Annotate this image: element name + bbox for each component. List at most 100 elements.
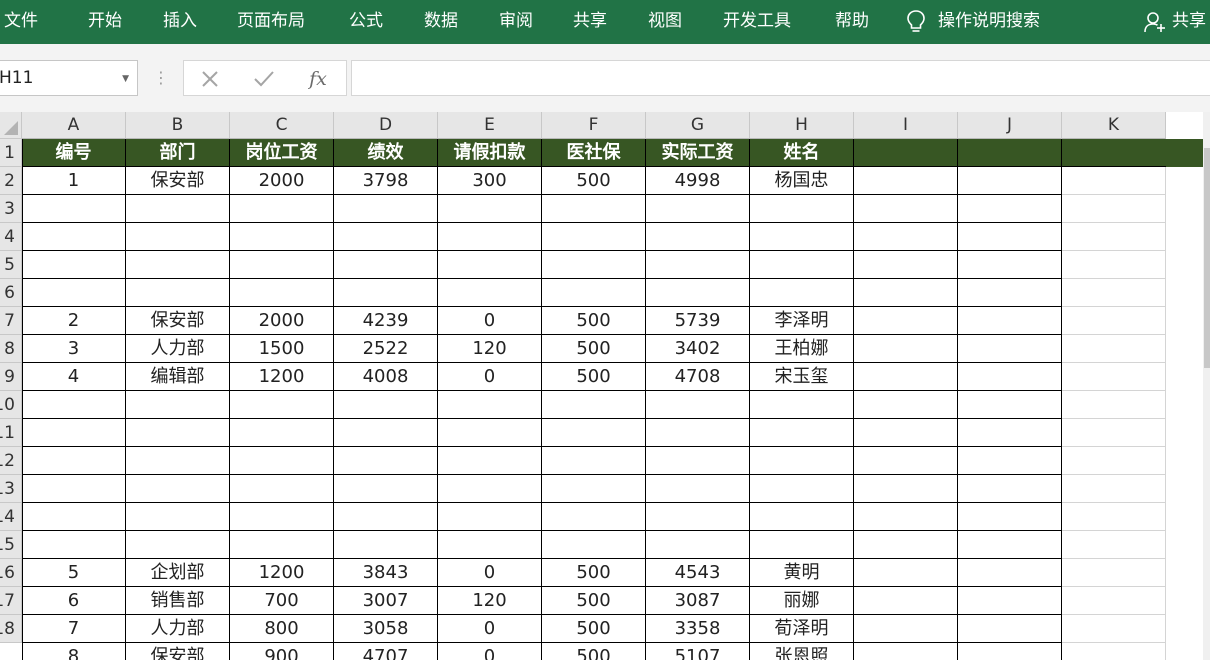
table-cell[interactable] [230,195,334,223]
table-cell[interactable]: 500 [542,587,646,615]
grid-cell-k[interactable] [1062,447,1166,475]
table-cell[interactable] [750,419,854,447]
table-cell[interactable]: 杨国忠 [750,167,854,195]
table-cell[interactable]: 人力部 [126,335,230,363]
row-header-12[interactable]: 12 [0,447,22,475]
table-cell[interactable]: 900 [230,643,334,660]
tab-share-tab[interactable]: 共享 [573,0,607,44]
table-cell[interactable] [230,475,334,503]
table-cell[interactable] [854,167,958,195]
table-cell[interactable] [22,475,126,503]
table-cell[interactable]: 编辑部 [126,363,230,391]
table-cell[interactable] [22,447,126,475]
grid-cell-k[interactable] [1062,587,1166,615]
table-cell[interactable]: 3058 [334,615,438,643]
tab-review[interactable]: 审阅 [499,0,533,44]
column-header-h[interactable]: H [750,112,854,139]
table-cell[interactable]: 保安部 [126,307,230,335]
table-cell[interactable] [334,251,438,279]
tab-insert[interactable]: 插入 [163,0,197,44]
table-cell[interactable]: 0 [438,559,542,587]
table-cell[interactable] [438,447,542,475]
table-cell[interactable] [958,587,1062,615]
table-cell[interactable] [334,531,438,559]
table-cell[interactable] [22,195,126,223]
row-header-8[interactable]: 8 [0,335,22,363]
tab-help[interactable]: 帮助 [835,0,869,44]
table-cell[interactable]: 800 [230,615,334,643]
table-cell[interactable]: 保安部 [126,167,230,195]
table-cell[interactable] [22,279,126,307]
grid-cell-k[interactable] [1062,391,1166,419]
table-cell[interactable] [958,307,1062,335]
grid-cell-k[interactable] [1062,475,1166,503]
lightbulb-icon[interactable] [905,9,927,35]
tell-me-search[interactable]: 操作说明搜索 [938,0,1040,44]
table-cell[interactable] [854,279,958,307]
table-cell[interactable]: 500 [542,363,646,391]
table-cell[interactable]: 4239 [334,307,438,335]
table-header-cell[interactable]: 绩效 [334,139,438,167]
table-cell[interactable] [646,475,750,503]
table-cell[interactable] [438,475,542,503]
table-cell[interactable] [646,251,750,279]
tab-data[interactable]: 数据 [424,0,458,44]
table-cell[interactable] [126,475,230,503]
table-cell[interactable] [854,475,958,503]
table-header-cell[interactable]: 部门 [126,139,230,167]
row-header-11[interactable]: 11 [0,419,22,447]
table-cell[interactable]: 4 [22,363,126,391]
table-cell[interactable] [646,531,750,559]
table-cell[interactable]: 500 [542,167,646,195]
table-cell[interactable] [438,279,542,307]
table-cell[interactable] [230,531,334,559]
table-cell[interactable] [334,391,438,419]
table-cell[interactable] [958,391,1062,419]
grid-cell-k[interactable] [1062,307,1166,335]
table-cell[interactable]: 3843 [334,559,438,587]
grid-cell-k[interactable] [1062,279,1166,307]
column-header-f[interactable]: F [542,112,646,139]
table-cell[interactable]: 1 [22,167,126,195]
formula-input[interactable] [351,60,1210,96]
table-cell[interactable]: 8 [22,643,126,660]
chevron-down-icon[interactable]: ▼ [122,62,129,96]
table-cell[interactable]: 3402 [646,335,750,363]
table-cell[interactable] [126,503,230,531]
table-cell[interactable] [958,195,1062,223]
table-cell[interactable] [22,503,126,531]
table-cell[interactable] [126,223,230,251]
table-cell[interactable] [542,391,646,419]
table-cell[interactable]: 2000 [230,307,334,335]
table-cell[interactable] [646,195,750,223]
table-cell[interactable]: 4707 [334,643,438,660]
grid-cell-k[interactable] [1062,195,1166,223]
table-cell[interactable] [646,391,750,419]
table-cell[interactable] [750,195,854,223]
table-cell[interactable] [958,559,1062,587]
table-cell[interactable] [438,223,542,251]
table-cell[interactable]: 1200 [230,559,334,587]
table-cell[interactable] [958,419,1062,447]
row-header-1[interactable]: 1 [0,139,22,167]
table-cell[interactable] [542,447,646,475]
table-cell[interactable] [958,251,1062,279]
table-cell[interactable] [958,167,1062,195]
tab-home[interactable]: 开始 [88,0,122,44]
table-cell[interactable] [22,223,126,251]
table-cell[interactable] [22,531,126,559]
table-cell[interactable] [126,447,230,475]
grid-cell-k[interactable] [1062,139,1166,167]
table-cell[interactable] [854,391,958,419]
table-cell[interactable] [334,503,438,531]
grid-cell-k[interactable] [1062,531,1166,559]
select-all-corner[interactable] [0,112,22,139]
table-cell[interactable]: 500 [542,643,646,660]
share-button[interactable]: 共享 [1172,0,1206,44]
tab-page-layout[interactable]: 页面布局 [237,0,305,44]
grid-cell-k[interactable] [1062,615,1166,643]
table-cell[interactable] [542,195,646,223]
table-cell[interactable] [854,251,958,279]
column-header-j[interactable]: J [958,112,1062,139]
table-cell[interactable] [126,279,230,307]
